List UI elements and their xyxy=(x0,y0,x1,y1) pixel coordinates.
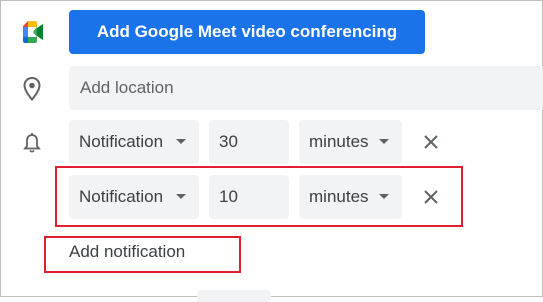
location-input[interactable]: Add location xyxy=(69,66,543,110)
partial-field xyxy=(197,290,271,302)
bell-icon xyxy=(18,129,46,157)
add-google-meet-button[interactable]: Add Google Meet video conferencing xyxy=(69,10,425,54)
highlight-box-notification-row xyxy=(55,166,463,227)
notification-type-select[interactable]: Notification xyxy=(69,120,199,164)
google-meet-icon xyxy=(18,18,46,46)
notification-type-value: Notification xyxy=(79,132,164,151)
notification-value-input[interactable]: 30 xyxy=(209,120,289,164)
location-pin-icon xyxy=(18,75,46,103)
highlight-box-add-notification xyxy=(44,236,241,273)
notification-unit-value: minutes xyxy=(309,132,369,151)
dropdown-caret-icon xyxy=(176,139,186,144)
notification-unit-select[interactable]: minutes xyxy=(299,120,402,164)
dropdown-caret-icon xyxy=(379,139,389,144)
event-details-panel: Add Google Meet video conferencing Add l… xyxy=(0,0,543,302)
location-placeholder: Add location xyxy=(80,78,174,97)
notification-value: 30 xyxy=(219,132,238,151)
remove-notification-close-icon[interactable] xyxy=(419,130,443,154)
